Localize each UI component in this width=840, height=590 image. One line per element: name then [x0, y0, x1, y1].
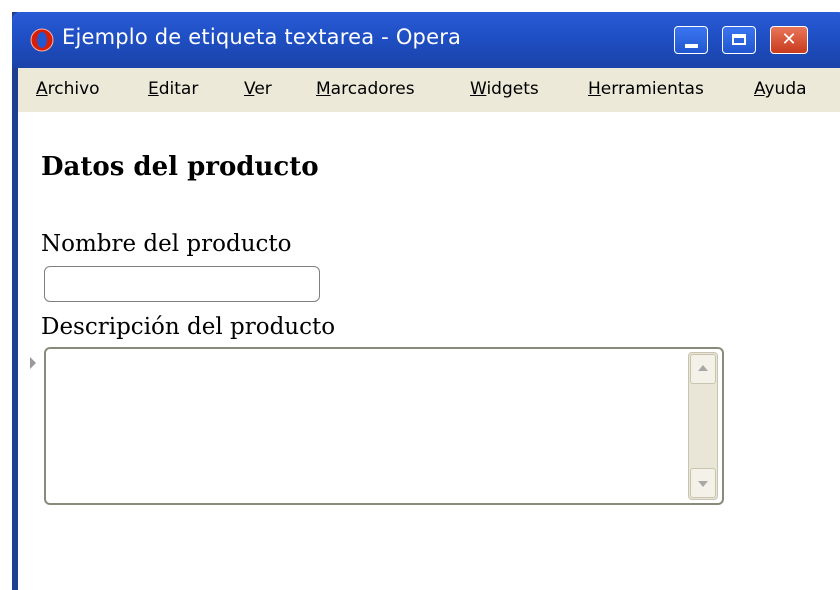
menu-item-herramientas[interactable]: Herramientas	[588, 79, 704, 99]
menu-item-ayuda[interactable]: Ayuda	[754, 79, 807, 99]
page-title: Datos del producto	[41, 152, 319, 182]
arrow-down-icon	[698, 481, 708, 487]
product-description-field[interactable]	[44, 347, 724, 505]
window-title: Ejemplo de etiqueta textarea - Opera	[62, 25, 462, 49]
product-description-textarea[interactable]	[46, 349, 688, 503]
minimize-icon	[685, 44, 698, 48]
menu-item-editar[interactable]: Editar	[148, 79, 198, 99]
menu-item-marcadores[interactable]: Marcadores	[316, 79, 415, 99]
title-bar[interactable]: Ejemplo de etiqueta textarea - Opera ✕	[12, 12, 840, 68]
close-icon: ✕	[781, 29, 797, 50]
minimize-button[interactable]	[674, 26, 708, 54]
arrow-up-icon	[698, 365, 708, 371]
scroll-up-button[interactable]	[690, 354, 716, 384]
menu-item-ver[interactable]: Ver	[244, 79, 272, 99]
browser-window: Ejemplo de etiqueta textarea - Opera ✕ A…	[12, 12, 840, 590]
page-content: Datos del producto Nombre del producto D…	[18, 112, 840, 590]
product-name-input[interactable]	[44, 266, 320, 302]
maximize-button[interactable]	[722, 26, 756, 54]
menu-item-widgets[interactable]: Widgets	[470, 79, 539, 99]
scroll-down-button[interactable]	[690, 468, 716, 498]
product-description-label: Descripción del producto	[41, 314, 336, 340]
menu-bar: Archivo Editar Ver Marcadores Widgets He…	[18, 68, 840, 112]
maximize-icon	[732, 34, 746, 45]
close-button[interactable]: ✕	[770, 26, 808, 54]
menu-item-archivo[interactable]: Archivo	[36, 79, 100, 99]
side-panel-handle-icon[interactable]	[30, 357, 36, 369]
textarea-scrollbar[interactable]	[688, 352, 718, 500]
opera-logo-icon	[30, 28, 54, 52]
product-name-label: Nombre del producto	[41, 231, 292, 257]
